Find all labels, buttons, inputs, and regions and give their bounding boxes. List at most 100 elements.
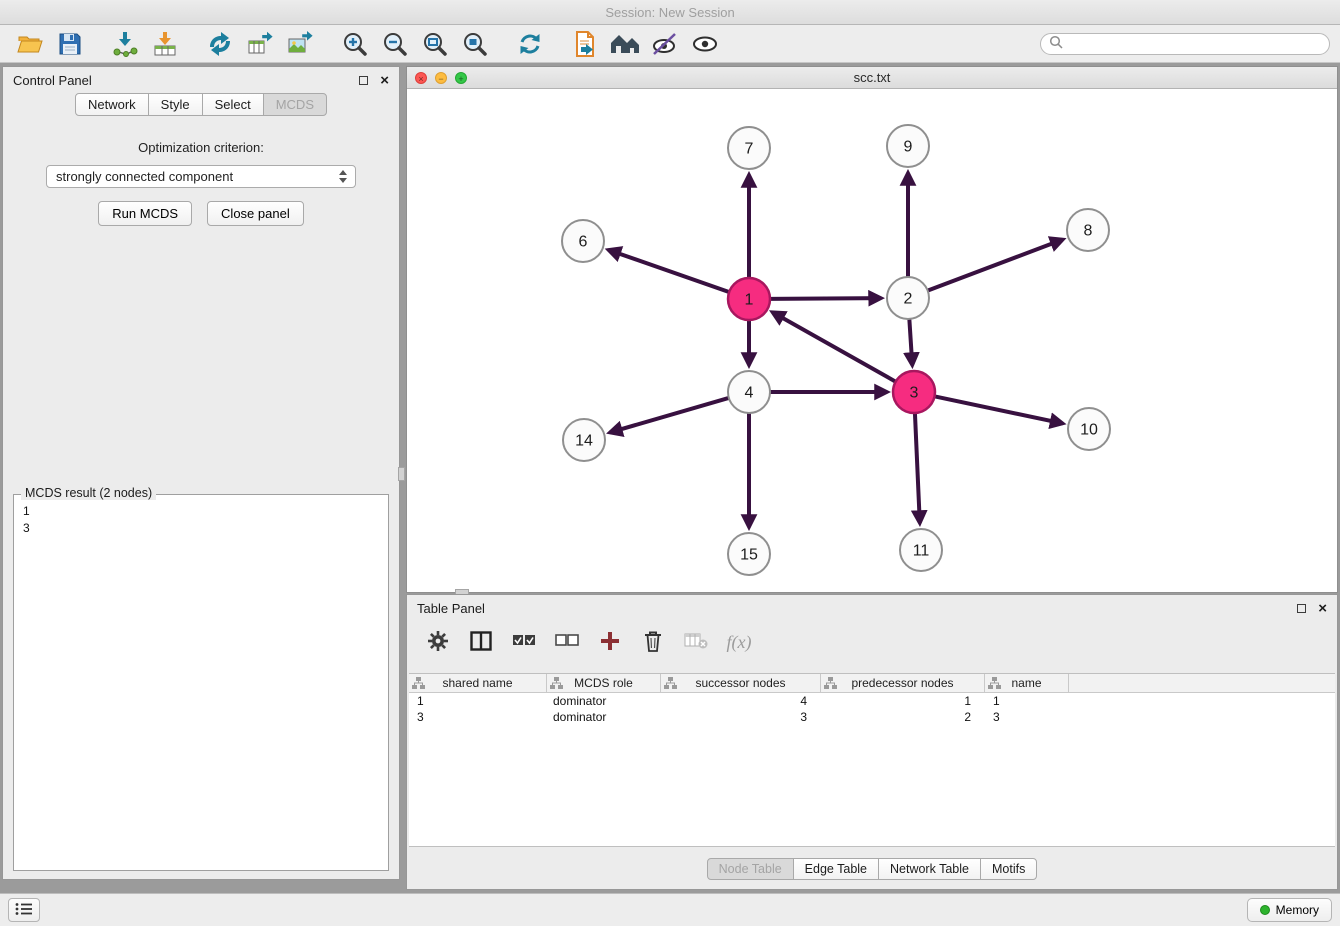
close-panel-button[interactable]: Close panel <box>207 201 304 226</box>
column-header-shared-name[interactable]: shared name <box>409 674 547 692</box>
vertical-splitter-handle[interactable] <box>398 467 405 481</box>
graph-edge-3-10[interactable] <box>936 397 1062 424</box>
function-builder-button[interactable]: f(x) <box>726 629 752 655</box>
graph-node-1[interactable]: 1 <box>728 278 770 320</box>
tab-network-table[interactable]: Network Table <box>878 858 981 880</box>
graph-edge-3-11[interactable] <box>915 414 920 522</box>
table-row[interactable]: 1 dominator 4 1 1 <box>409 693 1335 709</box>
show-columns-button[interactable] <box>468 629 494 655</box>
column-type-icon <box>412 677 425 690</box>
gear-icon <box>427 630 449 655</box>
graph-edge-2-8[interactable] <box>929 240 1062 290</box>
graph-node-15[interactable]: 15 <box>728 533 770 575</box>
list-icon <box>15 902 33 919</box>
graph-node-9[interactable]: 9 <box>887 125 929 167</box>
float-panel-icon[interactable] <box>359 76 368 85</box>
column-header-successor-nodes[interactable]: successor nodes <box>661 674 821 692</box>
zoom-out-icon <box>382 31 408 57</box>
graph-node-10[interactable]: 10 <box>1068 408 1110 450</box>
network-window-titlebar[interactable]: × − + scc.txt <box>407 67 1337 89</box>
run-mcds-button[interactable]: Run MCDS <box>98 201 192 226</box>
import-network-button[interactable] <box>105 28 145 60</box>
window-zoom-button[interactable]: + <box>455 72 467 84</box>
graph-node-4[interactable]: 4 <box>728 371 770 413</box>
export-table-icon <box>247 31 273 57</box>
memory-button[interactable]: Memory <box>1247 898 1332 922</box>
create-column-button[interactable] <box>597 629 623 655</box>
tab-mcds[interactable]: MCDS <box>263 93 327 116</box>
tab-edge-table[interactable]: Edge Table <box>793 858 879 880</box>
delete-table-button[interactable] <box>683 629 709 655</box>
close-panel-icon[interactable]: × <box>380 73 389 88</box>
result-line: 1 <box>23 503 388 520</box>
table-panel-header: Table Panel × <box>407 595 1337 621</box>
open-recent-button[interactable] <box>565 28 605 60</box>
dropdown-arrows-icon <box>337 170 349 183</box>
clone-network-button[interactable] <box>200 28 240 60</box>
export-table-button[interactable] <box>240 28 280 60</box>
table-row[interactable]: 3 dominator 3 2 3 <box>409 709 1335 725</box>
show-graphics-button[interactable] <box>685 28 725 60</box>
graph-edge-1-6[interactable] <box>609 250 728 292</box>
optimization-criterion-select[interactable]: strongly connected component <box>46 165 356 188</box>
network-canvas[interactable]: 7 9 6 8 1 2 4 3 14 10 15 11 <box>407 89 1337 592</box>
zoom-selected-button[interactable] <box>455 28 495 60</box>
graph-node-6[interactable]: 6 <box>562 220 604 262</box>
window-minimize-button[interactable]: − <box>435 72 447 84</box>
tab-style[interactable]: Style <box>148 93 203 116</box>
svg-text:1: 1 <box>745 292 754 309</box>
workspace: Control Panel × Network Style Select MCD… <box>0 63 1340 893</box>
column-header-mcds-role[interactable]: MCDS role <box>547 674 661 692</box>
graph-edge-1-2[interactable] <box>771 298 880 299</box>
search-input[interactable] <box>1068 37 1321 51</box>
graph-edge-4-14[interactable] <box>611 398 728 432</box>
tab-network[interactable]: Network <box>75 93 149 116</box>
svg-text:7: 7 <box>745 141 754 158</box>
graph-edge-3-1[interactable] <box>773 313 894 381</box>
graph-edge-2-3[interactable] <box>909 320 912 364</box>
graph-node-8[interactable]: 8 <box>1067 209 1109 251</box>
zoom-out-button[interactable] <box>375 28 415 60</box>
main-toolbar <box>0 25 1340 63</box>
result-line: 3 <box>23 520 388 537</box>
graph-node-3[interactable]: 3 <box>893 371 935 413</box>
float-table-panel-icon[interactable] <box>1297 604 1306 613</box>
import-table-button[interactable] <box>145 28 185 60</box>
graph-node-7[interactable]: 7 <box>728 127 770 169</box>
save-session-button[interactable] <box>50 28 90 60</box>
graph-node-11[interactable]: 11 <box>900 529 942 571</box>
save-floppy-icon <box>58 32 82 56</box>
export-image-button[interactable] <box>280 28 320 60</box>
search-field[interactable] <box>1040 33 1330 55</box>
visual-style-button[interactable] <box>645 28 685 60</box>
zoom-in-button[interactable] <box>335 28 375 60</box>
zoom-fit-button[interactable] <box>415 28 455 60</box>
svg-text:8: 8 <box>1084 223 1093 240</box>
svg-text:14: 14 <box>575 433 593 450</box>
table-type-tabs: Node Table Edge Table Network Table Moti… <box>407 858 1337 880</box>
table-settings-button[interactable] <box>425 629 451 655</box>
open-session-button[interactable] <box>10 28 50 60</box>
network-view-window: × − + scc.txt 7 9 6 8 1 2 4 3 14 10 15 11 <box>406 66 1338 593</box>
deselect-all-columns-button[interactable] <box>554 629 580 655</box>
column-header-predecessor-nodes[interactable]: predecessor nodes <box>821 674 985 692</box>
column-type-icon <box>664 677 677 690</box>
tab-node-table[interactable]: Node Table <box>707 858 794 880</box>
column-header-name[interactable]: name <box>985 674 1069 692</box>
task-history-button[interactable] <box>8 898 40 922</box>
select-all-columns-button[interactable] <box>511 629 537 655</box>
window-close-button[interactable]: × <box>415 72 427 84</box>
tab-motifs[interactable]: Motifs <box>980 858 1037 880</box>
close-table-panel-icon[interactable]: × <box>1318 601 1327 616</box>
node-table: shared name MCDS role successor nodes pr… <box>409 673 1335 847</box>
delete-column-button[interactable] <box>640 629 666 655</box>
criterion-selected-value: strongly connected component <box>56 169 337 184</box>
graph-node-2[interactable]: 2 <box>887 277 929 319</box>
mcds-result-box: MCDS result (2 nodes) 1 3 <box>13 494 389 871</box>
refresh-button[interactable] <box>510 28 550 60</box>
network-graph[interactable]: 7 9 6 8 1 2 4 3 14 10 15 11 <box>407 89 1337 593</box>
memory-label: Memory <box>1276 903 1319 917</box>
graph-node-14[interactable]: 14 <box>563 419 605 461</box>
home-button[interactable] <box>605 28 645 60</box>
tab-select[interactable]: Select <box>202 93 264 116</box>
